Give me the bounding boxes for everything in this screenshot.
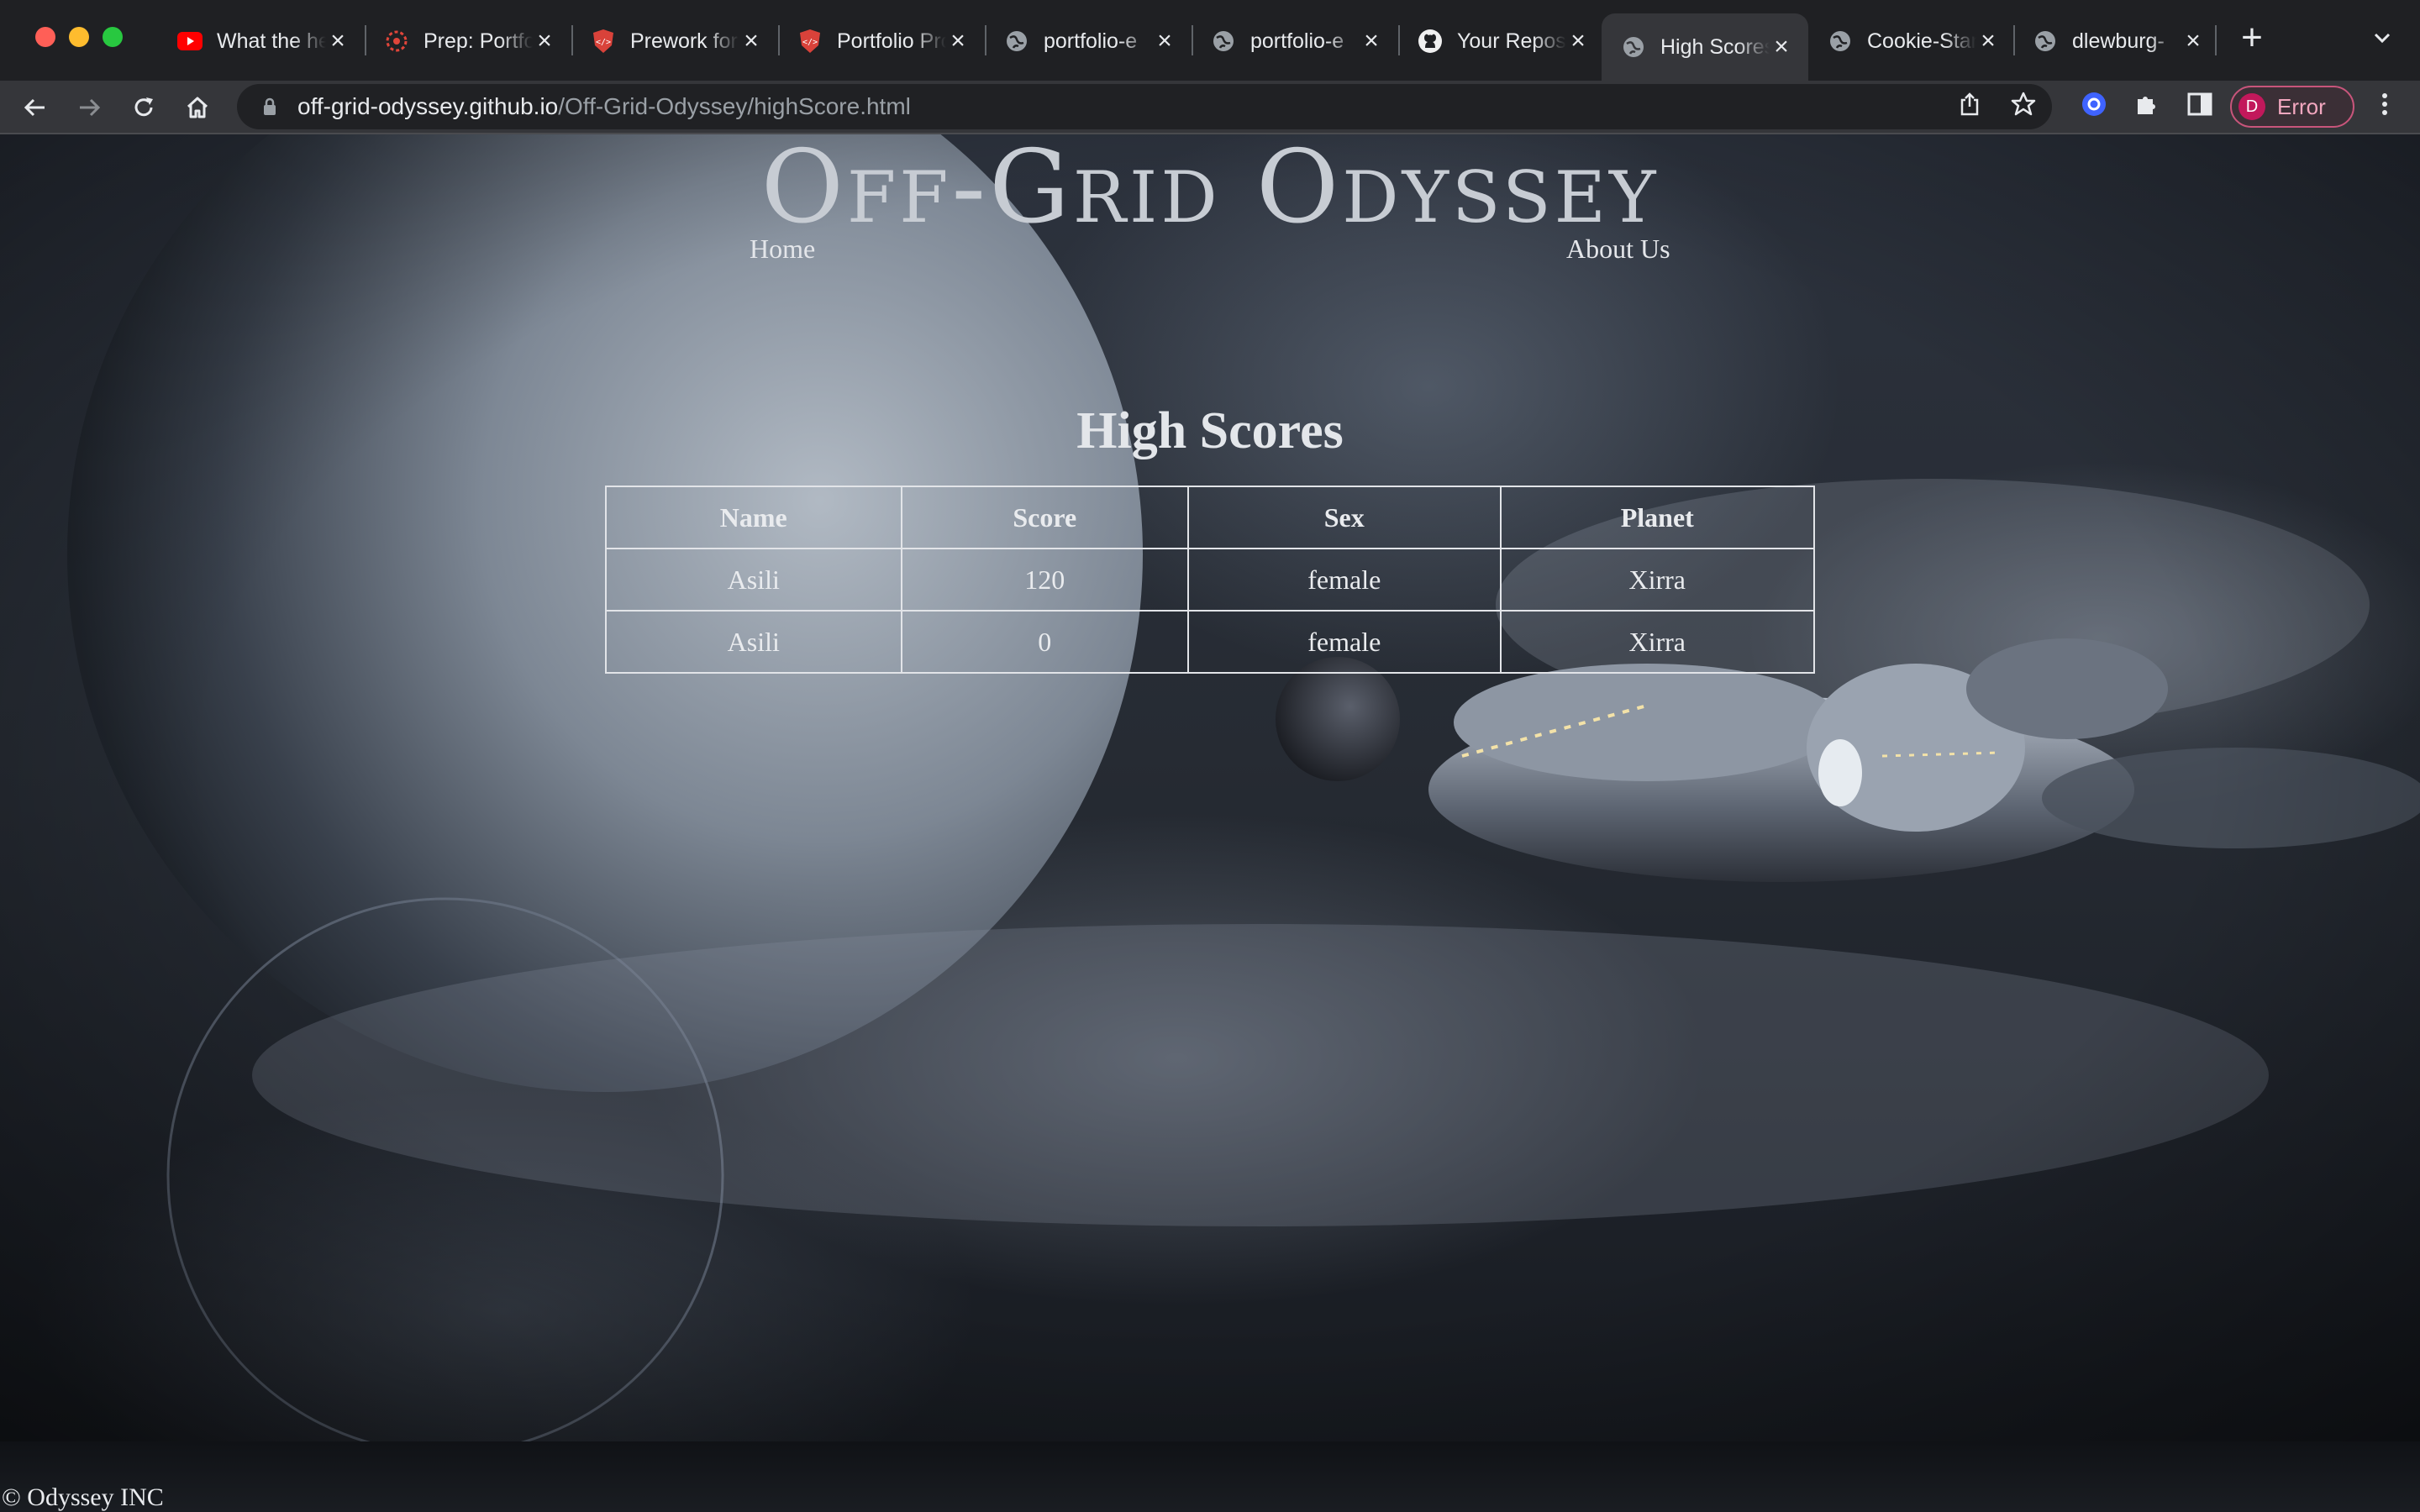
tab-title: portfolio-e [1250, 29, 1344, 53]
table-cell: female [1187, 610, 1502, 674]
tab-search-chevron-icon[interactable] [2370, 25, 2395, 55]
forward-arrow-icon[interactable] [76, 93, 104, 122]
youtube-icon [176, 28, 203, 55]
avatar: D [2238, 93, 2265, 120]
tab-title: Prework for [630, 29, 738, 53]
tab-close-icon[interactable]: × [1360, 27, 1383, 55]
table-cell: 120 [900, 548, 1190, 612]
browser-tab[interactable]: </> Portfolio Project × [778, 13, 985, 69]
nav-home-link[interactable]: Home [750, 234, 815, 265]
tab-title: Your Repositories [1457, 29, 1566, 53]
high-scores-table: Name Score Sex Planet Asili 120 female X… [605, 486, 1815, 674]
home-icon[interactable] [183, 93, 212, 122]
browser-tab[interactable]: portfolio-e × [1192, 13, 1398, 69]
browser-tab-active[interactable]: High Scores × [1602, 13, 1808, 81]
table-cell: Asili [605, 548, 902, 612]
tab-title: Cookie-Stand [1867, 29, 1976, 53]
url-path: /Off-Grid-Odyssey/highScore.html [558, 93, 911, 119]
tab-close-icon[interactable]: × [739, 27, 763, 55]
new-tab-button[interactable]: + [2235, 17, 2269, 59]
lock-icon[interactable] [257, 97, 282, 117]
side-panel-icon[interactable] [2186, 91, 2213, 118]
share-icon[interactable] [1956, 91, 1983, 118]
tab-title: portfolio-e [1044, 29, 1138, 53]
table-cell: Xirra [1499, 548, 1815, 612]
column-header: Score [900, 486, 1190, 549]
extensions-puzzle-icon[interactable] [2133, 91, 2160, 118]
tab-close-icon[interactable]: × [1566, 27, 1590, 55]
globe-icon [1827, 28, 1854, 55]
browser-tab[interactable]: portfolio-e × [985, 13, 1192, 69]
tab-title: What the heck [217, 29, 326, 53]
table-cell: 0 [900, 610, 1190, 674]
tab-strip: What the heck × Prep: Portfolio × </> Pr… [0, 0, 2420, 81]
column-header: Name [605, 486, 902, 549]
github-icon [1417, 28, 1444, 55]
tab-close-icon[interactable]: × [1976, 27, 2000, 55]
tab-close-icon[interactable]: × [2181, 27, 2205, 55]
table-cell: female [1187, 548, 1502, 612]
tab-title: dlewburg- [2072, 29, 2165, 53]
browser-tab[interactable]: </> Prework for × [571, 13, 778, 69]
footer-band [0, 1441, 2420, 1512]
footer-copyright: © Odyssey INC [2, 1483, 164, 1511]
tab-title: Portfolio Project [837, 29, 946, 53]
codefellows-shield-icon: </> [590, 28, 617, 55]
table-row: Asili 120 female Xirra [605, 548, 1815, 612]
tab-close-icon[interactable]: × [1770, 33, 1793, 61]
globe-icon [1620, 34, 1647, 60]
window-zoom-button[interactable] [103, 27, 123, 47]
reload-icon[interactable] [129, 93, 158, 122]
globe-icon [1210, 28, 1237, 55]
browser-tab[interactable]: Your Repositories × [1398, 13, 1605, 69]
globe-icon [2032, 28, 2059, 55]
address-bar[interactable]: off-grid-odyssey.github.io/Off-Grid-Odys… [237, 84, 2052, 129]
nav-about-link[interactable]: About Us [1566, 234, 1670, 265]
svg-text:</>: </> [802, 38, 818, 47]
back-arrow-icon[interactable] [20, 93, 49, 122]
svg-text:</>: </> [596, 38, 611, 47]
browser-toolbar: off-grid-odyssey.github.io/Off-Grid-Odys… [0, 81, 2420, 133]
profile-button[interactable]: D Error [2230, 86, 2354, 128]
extension-ring-icon[interactable] [2081, 91, 2107, 118]
browser-tab[interactable]: Cookie-Stand × [1808, 13, 2015, 69]
window-close-button[interactable] [35, 27, 55, 47]
codefellows-shield-icon: </> [797, 28, 823, 55]
tab-close-icon[interactable]: × [533, 27, 556, 55]
url-host: off-grid-odyssey.github.io [297, 93, 559, 119]
table-header-row: Name Score Sex Planet [605, 486, 1815, 549]
tab-close-icon[interactable]: × [326, 27, 350, 55]
codefellows-icon [383, 28, 410, 55]
column-header: Sex [1187, 486, 1502, 549]
browser-tab[interactable]: What the heck × [158, 13, 365, 69]
page-viewport: Off-Grid Odyssey Home About Us High Scor… [0, 134, 2420, 1512]
space-background-image [0, 134, 2420, 1512]
page-title: High Scores [1076, 402, 1344, 459]
kebab-menu-icon[interactable] [2371, 91, 2398, 118]
site-title: Off-Grid Odyssey [760, 134, 1660, 246]
window-minimize-button[interactable] [69, 27, 89, 47]
table-cell: Xirra [1499, 610, 1815, 674]
tab-title: High Scores [1660, 34, 1770, 59]
tab-close-icon[interactable]: × [946, 27, 970, 55]
profile-status: Error [2277, 93, 2326, 119]
browser-tab[interactable]: dlewburg- × [2013, 13, 2220, 69]
tab-title: Prep: Portfolio [424, 29, 533, 53]
globe-icon [1003, 28, 1030, 55]
url-text: off-grid-odyssey.github.io/Off-Grid-Odys… [297, 93, 911, 120]
table-row: Asili 0 female Xirra [605, 610, 1815, 674]
table-cell: Asili [605, 610, 902, 674]
tab-close-icon[interactable]: × [1153, 27, 1176, 55]
tab-separator [2215, 25, 2217, 55]
bookmark-star-icon[interactable] [2010, 91, 2037, 118]
browser-tab[interactable]: Prep: Portfolio × [365, 13, 571, 69]
column-header: Planet [1499, 486, 1815, 549]
